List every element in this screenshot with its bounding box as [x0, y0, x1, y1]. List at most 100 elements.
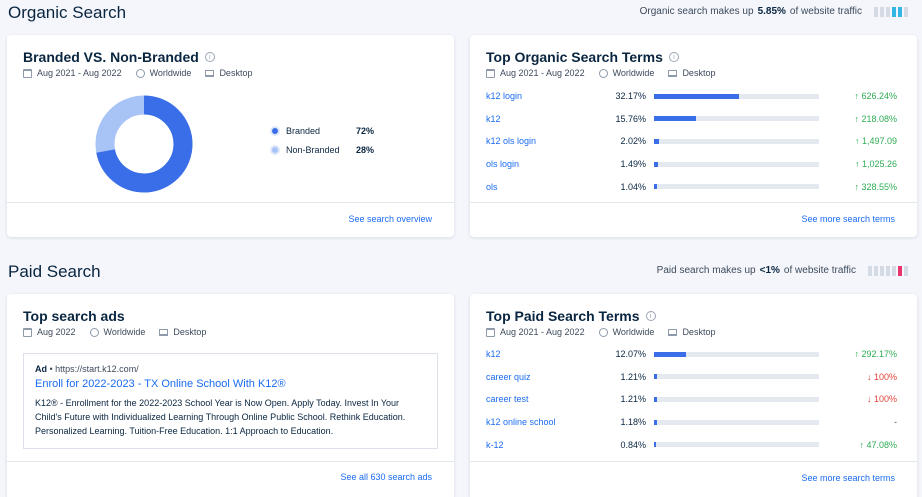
paid-terms-title: Top Paid Search Terms i: [486, 308, 656, 324]
share-bar: [654, 351, 819, 357]
ad-description: K12® - Enrollment for the 2022-2023 Scho…: [35, 398, 406, 436]
change-text: 218.08%: [861, 113, 897, 124]
globe-icon: [135, 68, 145, 78]
device: Desktop: [682, 68, 716, 78]
region: Worldwide: [149, 68, 192, 78]
branded-meta: Aug 2021 - Aug 2022 Worldwide Desktop: [23, 68, 252, 78]
search-term-link[interactable]: ols: [486, 182, 604, 192]
see-search-overview-link[interactable]: See search overview: [348, 214, 432, 224]
change-text: -: [894, 417, 897, 428]
branded-donut-chart: [95, 95, 193, 193]
share-bar-fill: [654, 161, 658, 167]
change-value: ↑ 626.24%: [819, 91, 897, 101]
change-text: 1,025.26: [861, 159, 897, 170]
legend-value: 72%: [356, 125, 375, 136]
table-row: ols login 1.49% ↑ 1,025.26: [486, 153, 897, 176]
arrow-up-icon: ↑: [854, 159, 862, 170]
search-term-link[interactable]: career quiz: [486, 372, 604, 382]
see-more-search-terms-link[interactable]: See more search terms: [801, 214, 895, 224]
organic-traffic-value: 5.85%: [757, 6, 786, 17]
search-ads-title: Top search ads: [23, 308, 125, 324]
ad-url: https://start.k12.com/: [55, 364, 139, 374]
change-text: 100%: [873, 371, 897, 382]
change-value: ↑ 1,025.26: [819, 159, 897, 169]
legend-label: Non-Branded: [286, 144, 340, 155]
region: Worldwide: [612, 327, 655, 337]
divider: [470, 202, 917, 203]
traffic-share: 1.18%: [620, 417, 646, 428]
calendar-icon: [23, 327, 32, 337]
branded-title-text: Branded VS. Non-Branded: [23, 49, 199, 65]
paid-terms-card: Top Paid Search Terms i Aug 2021 - Aug 2…: [470, 294, 917, 497]
share-bar-fill: [654, 184, 657, 190]
paid-traffic-note: Paid search makes up <1% of website traf…: [657, 265, 908, 276]
ad-headline-link[interactable]: Enroll for 2022-2023 - TX Online School …: [35, 378, 426, 390]
change-value: ↓ 100%: [819, 394, 897, 404]
search-term-link[interactable]: k12 online school: [486, 417, 604, 427]
traffic-share: 1.49%: [620, 159, 646, 170]
table-row: career test 1.21% ↓ 100%: [486, 388, 897, 411]
search-term-link[interactable]: k12 login: [486, 91, 604, 101]
search-term-link[interactable]: k12: [486, 349, 604, 359]
search-term-link[interactable]: career test: [486, 394, 604, 404]
paid-terms-list: k12 12.07% ↑ 292.17% career quiz 1.21% ↓ 100%…: [486, 343, 897, 456]
search-term-link[interactable]: ols login: [486, 159, 604, 169]
share-bar: [654, 396, 819, 402]
device: Desktop: [173, 327, 207, 337]
date: Aug 2022: [37, 327, 76, 337]
search-term-link[interactable]: k12: [486, 114, 604, 124]
calendar-icon: [486, 68, 495, 78]
arrow-up-icon: ↑: [854, 136, 862, 147]
share-bar-fill: [654, 138, 660, 144]
info-icon[interactable]: i: [668, 52, 679, 62]
search-term-link[interactable]: k12 ols login: [486, 136, 604, 146]
info-icon[interactable]: i: [204, 52, 215, 62]
date-range: Aug 2021 - Aug 2022: [37, 68, 122, 78]
branded-card: Branded VS. Non-Branded i Aug 2021 - Aug…: [7, 35, 454, 237]
change-value: ↑ 328.55%: [819, 182, 897, 192]
region: Worldwide: [103, 327, 146, 337]
organic-traffic-suffix: of website traffic: [789, 6, 862, 17]
traffic-share: 15.76%: [615, 113, 646, 124]
paid-section-title: Paid Search: [8, 262, 101, 281]
search-term-link[interactable]: k-12: [486, 440, 604, 450]
divider: [7, 202, 454, 203]
traffic-share: 32.17%: [615, 91, 646, 102]
legend-item-non-branded: Non-Branded 28%: [272, 140, 374, 159]
organic-traffic-note: Organic search makes up 5.85% of website…: [640, 6, 908, 17]
paid-terms-meta: Aug 2021 - Aug 2022 Worldwide Desktop: [486, 327, 715, 337]
see-all-search-ads-link[interactable]: See all 630 search ads: [340, 472, 432, 482]
traffic-share: 1.21%: [620, 394, 646, 405]
traffic-share: 1.04%: [620, 181, 646, 192]
ad-preview: Ad • https://start.k12.com/ Enroll for 2…: [23, 353, 438, 449]
change-value: ↑ 218.08%: [819, 114, 897, 124]
change-value: ↑ 1,497.09: [819, 136, 897, 146]
search-ads-title-text: Top search ads: [23, 308, 125, 324]
table-row: k12 15.76% ↑ 218.08%: [486, 108, 897, 131]
traffic-share: 12.07%: [615, 349, 646, 360]
change-value: -: [819, 417, 897, 427]
info-icon[interactable]: i: [645, 311, 656, 321]
ad-url-line: Ad • https://start.k12.com/: [35, 364, 139, 374]
table-row: k-12 0.84% ↑ 47.08%: [486, 433, 897, 456]
branded-legend: Branded 72% Non-Branded 28%: [272, 121, 374, 159]
organic-traffic-prefix: Organic search makes up: [639, 6, 754, 17]
share-bar: [654, 138, 819, 144]
date-range: Aug 2021 - Aug 2022: [500, 327, 585, 337]
change-text: 292.17%: [861, 349, 897, 360]
calendar-icon: [486, 327, 495, 337]
see-more-paid-terms-link[interactable]: See more search terms: [801, 473, 895, 483]
change-value: ↓ 100%: [819, 372, 897, 382]
change-text: 47.08%: [866, 439, 897, 450]
change-text: 100%: [873, 394, 897, 405]
share-bar-fill: [654, 351, 686, 357]
change-text: 328.55%: [861, 181, 897, 192]
device: Desktop: [682, 327, 716, 337]
table-row: ols 1.04% ↑ 328.55%: [486, 175, 897, 198]
legend-dot: [272, 127, 278, 134]
paid-traffic-value: <1%: [759, 265, 780, 276]
divider: [7, 461, 454, 462]
organic-section-title: Organic Search: [8, 3, 127, 22]
desktop-icon: [159, 328, 169, 336]
share-bar: [654, 161, 819, 167]
